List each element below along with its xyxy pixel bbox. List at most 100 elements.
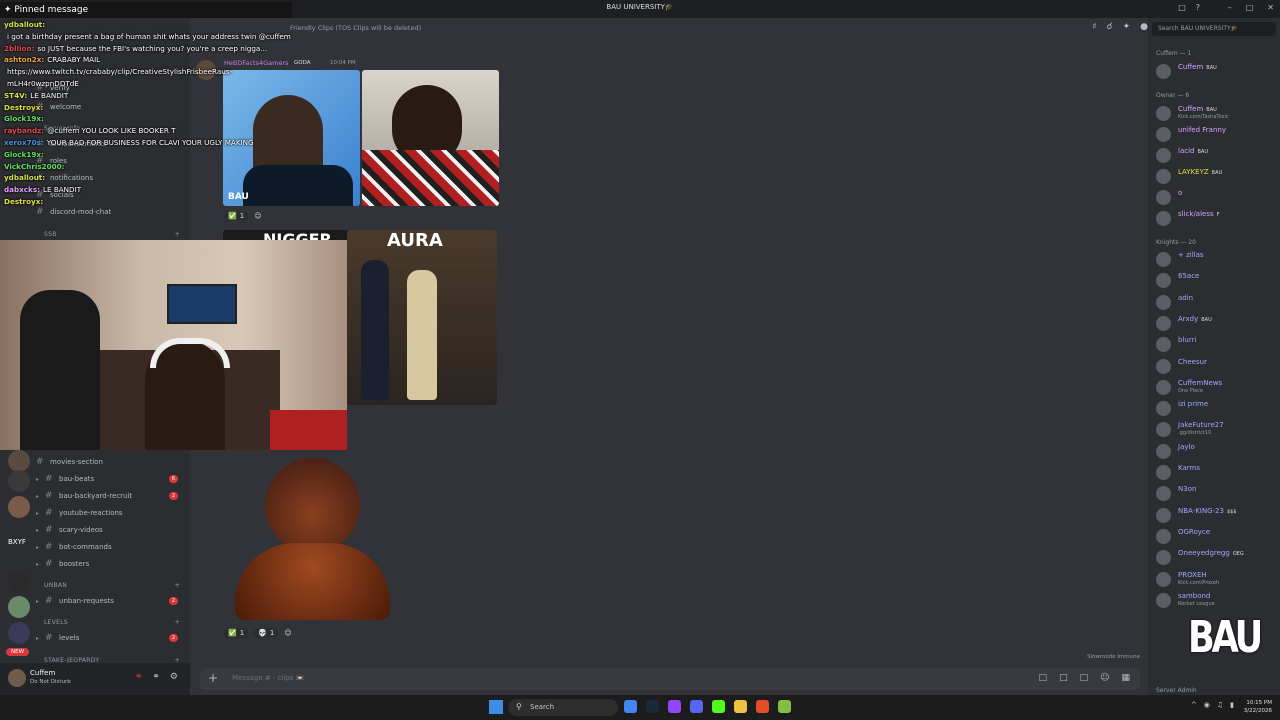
add-attachment-icon[interactable]: + [208,671,218,685]
avatar [1156,422,1171,438]
reaction-skull[interactable]: 💀 1 [254,628,279,638]
taskbar-search[interactable]: ⚲ Search [508,699,618,716]
category-ssb[interactable]: SSB + [44,231,184,238]
add-channel-icon[interactable]: + [175,231,180,238]
member-item[interactable]: o [1154,188,1278,206]
minimize-button[interactable]: – [1228,3,1232,12]
server-icon[interactable] [8,572,30,594]
volume-icon[interactable]: ♫ [1217,701,1223,709]
inbox-icon[interactable]: □ [1178,3,1186,12]
member-item[interactable]: Cuffem BAU [1154,62,1278,80]
network-icon[interactable]: ◉ [1204,701,1210,709]
chevron-up-icon[interactable]: ^ [1191,701,1197,709]
chat-header: Friendly Clips (TOS Clips will be delete… [190,18,1148,38]
category-unban[interactable]: UNBAN + [44,582,184,589]
pin-icon[interactable]: ✦ [1123,22,1131,32]
new-unreads-pill[interactable]: NEW [6,648,30,656]
mute-mic-icon[interactable]: ⚭ [135,672,143,682]
pinned-message-header: ✦ Pinned message [0,2,292,18]
channel-boosters[interactable]: ▸ # boosters [36,556,186,572]
member-item[interactable]: Cheesur [1154,357,1278,375]
app-icon[interactable] [778,700,791,713]
channel-levels[interactable]: ▸ # levels 2 [36,630,186,646]
member-item[interactable]: izi prime [1154,399,1278,417]
reaction-check[interactable]: ✅ 1 [224,628,249,638]
member-tag: BAU [1206,107,1217,113]
server-icon[interactable] [8,622,30,644]
kick-icon[interactable] [712,700,725,713]
start-button[interactable] [489,700,503,714]
gift-icon[interactable]: □ [1039,673,1048,683]
member-item[interactable]: NBA-KING-23 $$$ [1154,506,1278,524]
avatar [1156,127,1171,142]
steam-icon[interactable] [646,700,659,713]
taskbar-clock[interactable]: 10:15 PM 3/22/2026 [1244,699,1272,715]
twitch-icon[interactable] [668,700,681,713]
chat-line: VickChris2000: [4,162,68,171]
channel-bau-backyard-recruit[interactable]: ▸ # bau-backyard-recruit 2 [36,488,186,504]
add-channel-icon[interactable]: + [175,619,180,626]
server-icon[interactable] [8,470,30,492]
avatar[interactable] [8,669,26,687]
category-label: UNBAN [44,582,68,589]
member-item[interactable]: Jaylo [1154,442,1278,460]
member-item[interactable]: Arxdy BAU [1154,314,1278,332]
gif-icon[interactable]: □ [1059,673,1068,683]
emoji-icon[interactable]: ☺ [1100,673,1109,683]
member-name: JakeFuture27 [1178,421,1224,430]
member-item[interactable]: 65ace [1154,271,1278,289]
member-item[interactable]: CuffemNews One Piece [1154,378,1278,396]
member-item[interactable]: sambond Rocket League [1154,591,1278,609]
member-item[interactable]: slick/aless F [1154,209,1278,227]
server-icon[interactable] [8,450,30,472]
attachment-image[interactable] [362,70,499,206]
member-item[interactable]: Oneeyedgregg OEG [1154,548,1278,566]
apps-icon[interactable]: ▦ [1121,673,1130,683]
member-item[interactable]: PROXEH Kick.com/Proxeh [1154,570,1278,588]
headset-icon[interactable]: ⚭ [152,672,160,682]
bell-icon[interactable]: ☌ [1107,22,1113,32]
battery-icon[interactable]: ▮ [1230,701,1234,709]
member-item[interactable]: Karms [1154,463,1278,481]
threads-icon[interactable]: ♯ [1092,22,1096,32]
category-levels[interactable]: LEVELS + [44,619,184,626]
file-explorer-icon[interactable] [734,700,747,713]
gear-icon[interactable]: ⚙ [170,672,178,682]
server-icon[interactable] [8,596,30,618]
channel-bau-beats[interactable]: ▸ # bau-beats 6 [36,471,186,487]
channel-bot-commands[interactable]: ▸ # bot-commands [36,539,186,555]
message-composer[interactable]: + Message # · clips 📼 □ □ □ ☺ ▦ [200,668,1140,690]
attachment-sticker[interactable] [230,448,395,620]
server-icon[interactable] [8,496,30,518]
member-name: sambond [1178,591,1211,600]
add-channel-icon[interactable]: + [175,582,180,589]
member-item[interactable]: adin [1154,293,1278,311]
chrome-icon[interactable] [624,700,637,713]
browser-icon[interactable] [756,700,769,713]
server-label-bxyf[interactable]: BXYF [8,538,26,546]
member-item[interactable]: unifed Franny [1154,125,1278,143]
close-button[interactable]: ✕ [1267,3,1274,12]
member-item[interactable]: OGRoyce [1154,527,1278,545]
server-search-input[interactable]: Search BAU UNIVERSITY🎓 [1152,22,1276,36]
channel-unban-requests[interactable]: ▸ # unban-requests 2 [36,593,186,609]
help-icon[interactable]: ? [1196,3,1200,12]
member-item[interactable]: blurri [1154,335,1278,353]
member-item[interactable]: lacid BAU [1154,146,1278,164]
member-item[interactable]: LAYKEYZ BAU [1154,167,1278,185]
chevron-right-icon: ▸ [36,560,40,568]
channel-topic[interactable]: Friendly Clips (TOS Clips will be delete… [290,24,421,32]
maximize-button[interactable]: □ [1246,3,1254,12]
attachment-image[interactable]: AURA [347,230,497,405]
channel-scary-videos[interactable]: ▸ # scary-videos [36,522,186,538]
discord-icon[interactable] [690,700,703,713]
channel-movies-section[interactable]: # movies-section [36,454,186,470]
add-reaction-icon[interactable]: ☺ [284,629,291,637]
member-item[interactable]: N3on [1154,484,1278,502]
sticker-icon[interactable]: □ [1080,673,1089,683]
member-item[interactable]: Cuffem BAU Kick.com/TashaToxic [1154,104,1278,122]
member-item[interactable]: + zillas [1154,250,1278,268]
members-icon[interactable]: ● [1140,22,1148,32]
channel-youtube-reactions[interactable]: ▸ # youtube-reactions [36,505,186,521]
member-item[interactable]: JakeFuture27 .gg/district10 [1154,420,1278,438]
